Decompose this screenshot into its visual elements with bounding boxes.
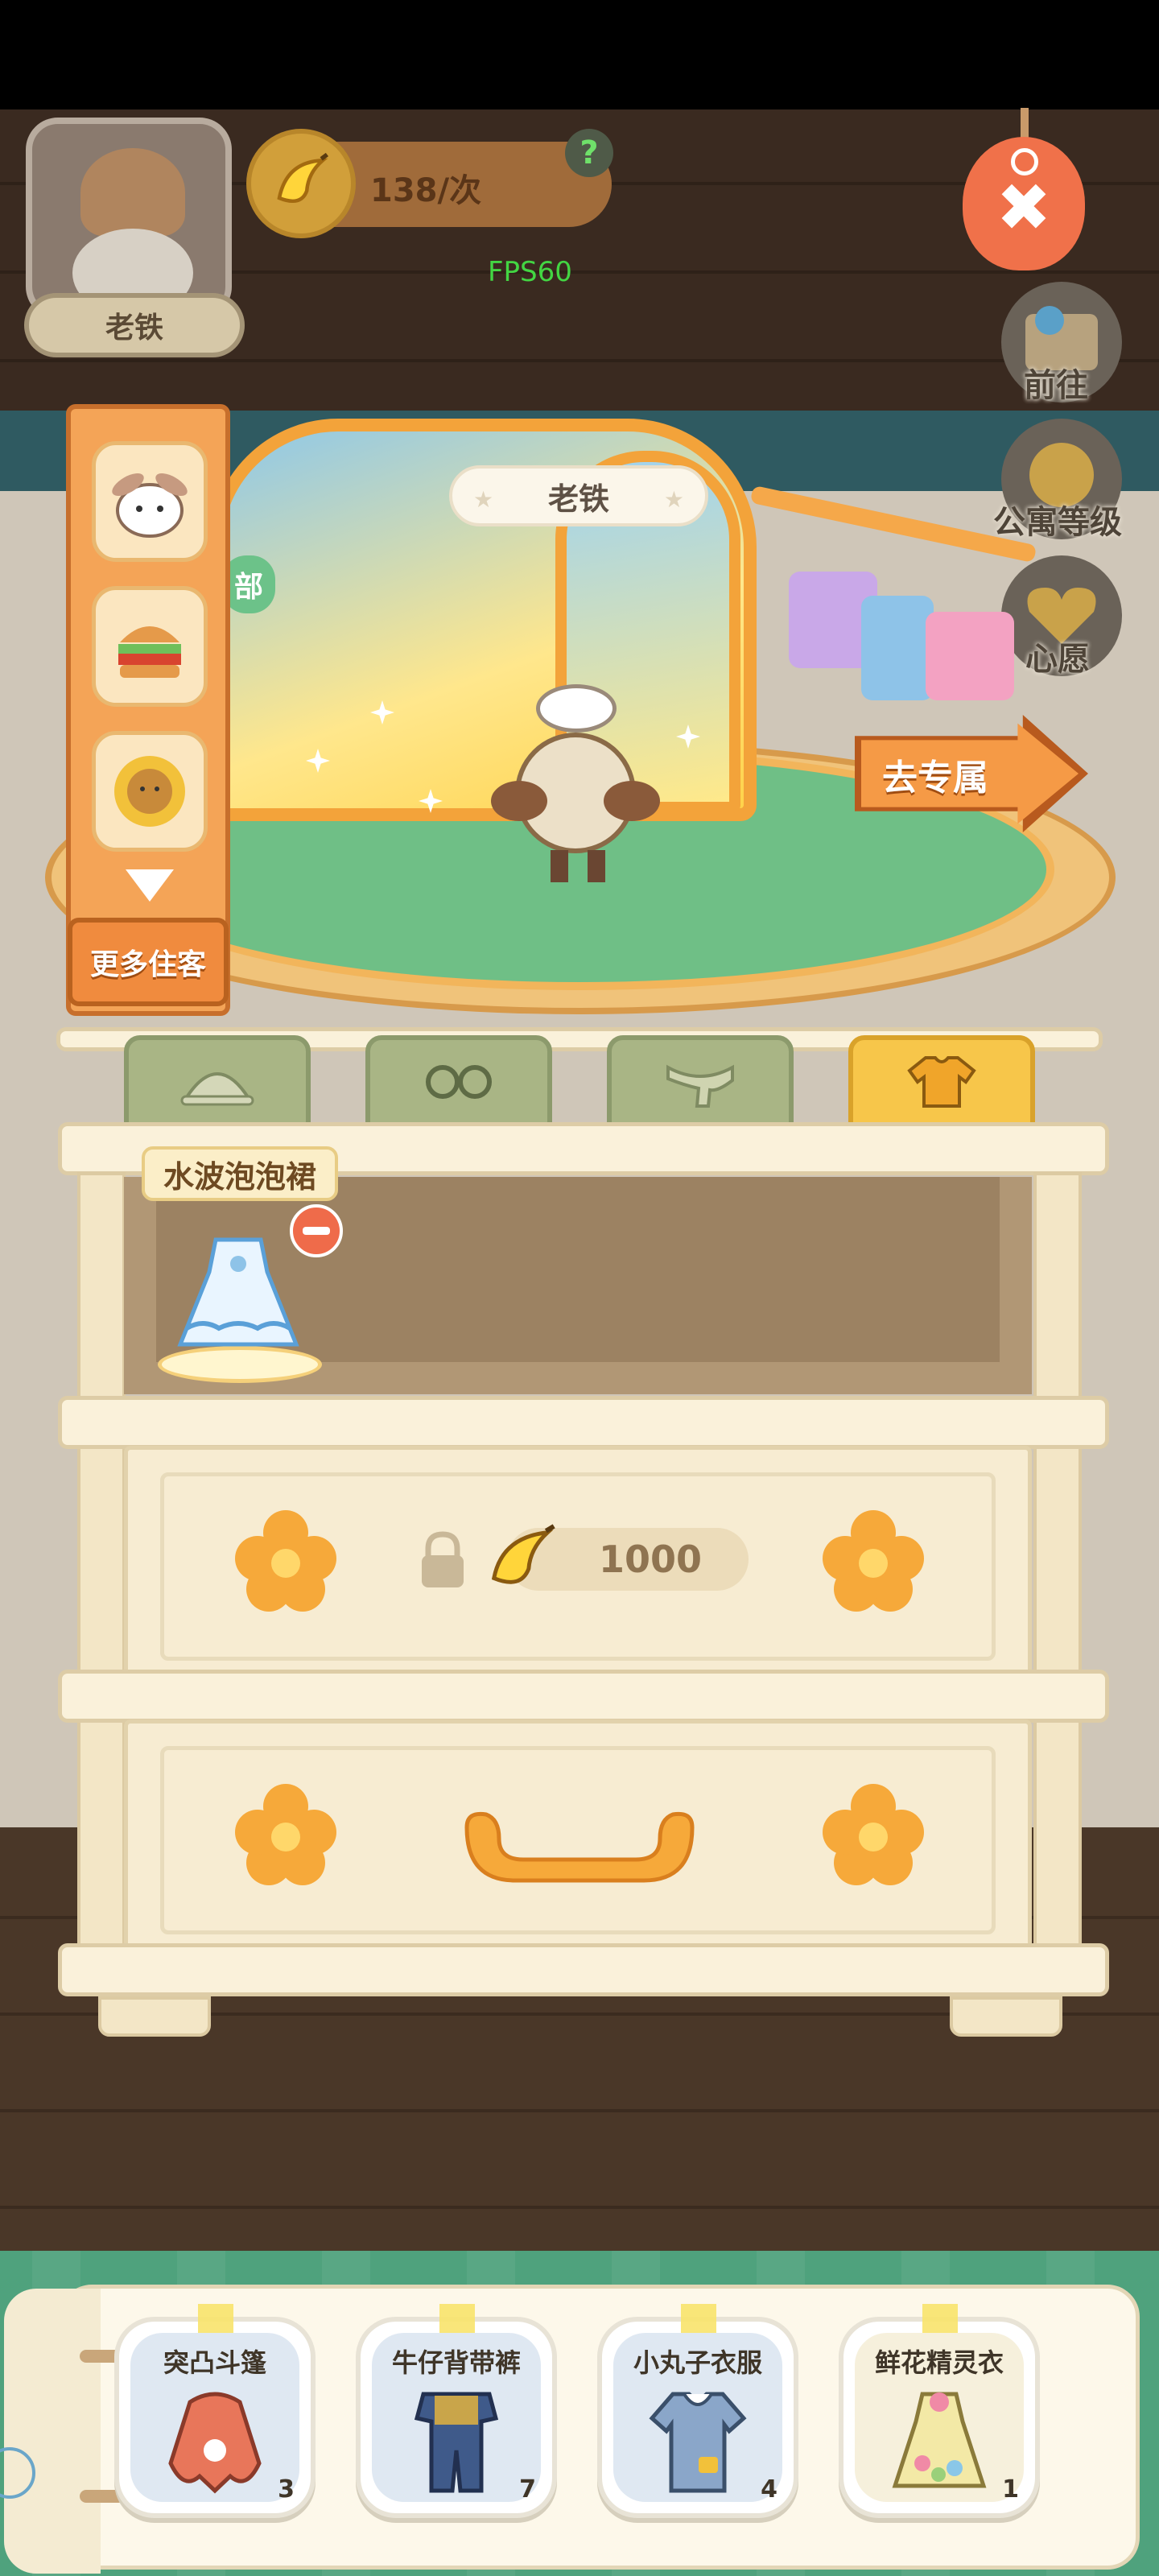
resident-avatar[interactable] — [26, 118, 232, 319]
lock-icon — [422, 1531, 464, 1587]
wardrobe-screen: 老铁 138/次 ? FPS60 ✖ 前往 公寓等级 心愿 ★ 老铁 ★ 部 去… — [0, 0, 1159, 2576]
equipped-item-name: 水波泡泡裙 — [142, 1146, 338, 1201]
star-icon: ★ — [473, 486, 494, 513]
flower-icon — [823, 1784, 924, 1885]
inventory-item[interactable]: 突凸斗篷 3 — [114, 2304, 316, 2518]
stage-name-plate: ★ 老铁 ★ — [449, 465, 708, 526]
flower-icon — [823, 1510, 924, 1612]
resident-item-burger[interactable] — [92, 586, 208, 707]
tab-hat[interactable] — [124, 1035, 311, 1127]
inventory-item[interactable]: 牛仔背带裤 7 — [356, 2304, 557, 2518]
item-count: 3 — [278, 2475, 295, 2504]
currency-rate: 138/次 — [370, 172, 482, 209]
scarf-icon — [666, 1064, 734, 1108]
hat-icon — [180, 1072, 254, 1106]
flower-icon — [235, 1510, 336, 1612]
banana-icon — [491, 1524, 555, 1584]
character-leg — [588, 850, 605, 882]
burger-icon — [118, 626, 181, 678]
sunflower-icon — [114, 756, 185, 827]
dress-icon — [177, 1237, 299, 1347]
minus-icon — [303, 1227, 330, 1235]
cabinet-foot — [98, 1996, 211, 2037]
more-residents-button[interactable]: 更多住客 — [68, 918, 229, 1006]
item-count: 7 — [519, 2475, 536, 2504]
character-wing — [604, 781, 660, 821]
resident-item-sunflower[interactable] — [92, 731, 208, 852]
tape — [198, 2304, 233, 2336]
tab-scarf[interactable] — [607, 1035, 794, 1127]
goto-exclusive-label: 去专属 — [882, 758, 988, 799]
cabinet-foot — [950, 1996, 1062, 2037]
tab-glasses[interactable] — [365, 1035, 552, 1127]
fps-counter: FPS60 — [488, 256, 572, 288]
drawer-handle-icon — [464, 1811, 695, 1883]
cabinet-post-right — [1033, 1172, 1082, 1993]
goto-label: 前往 — [1024, 367, 1088, 404]
shirt-icon — [907, 1056, 976, 1108]
item-name: 突凸斗篷 — [163, 2347, 266, 2378]
tray-binder — [4, 2289, 101, 2574]
stage-resident-name: 老铁 — [547, 481, 609, 517]
rabbit-icon — [112, 473, 188, 538]
remove-item-button[interactable] — [290, 1204, 343, 1257]
tape — [922, 2304, 958, 2336]
cabinet-post-left — [77, 1172, 126, 1993]
cabinet-shelf — [58, 1670, 1109, 1723]
character-hat — [536, 684, 617, 733]
close-icon: ✖ — [996, 169, 1052, 246]
goto-exclusive-button[interactable]: 去专属 — [855, 715, 1088, 832]
item-count: 4 — [761, 2475, 777, 2504]
cabinet-shelf — [58, 1396, 1109, 1449]
star-icon: ★ — [663, 486, 684, 513]
item-name: 小丸子衣服 — [633, 2347, 762, 2378]
flower-dress-icon — [892, 2392, 987, 2488]
character-leg — [551, 850, 568, 882]
cape-icon — [168, 2392, 262, 2494]
shirt-icon — [649, 2392, 747, 2493]
item-count: 1 — [1002, 2475, 1019, 2504]
item-name: 鲜花精灵衣 — [874, 2347, 1004, 2378]
inventory-item[interactable]: 鲜花精灵衣 1 — [839, 2304, 1040, 2518]
close-button[interactable]: ✖ — [963, 108, 1085, 283]
equipped-item-dress[interactable] — [167, 1232, 309, 1360]
resident-character[interactable] — [491, 684, 660, 894]
flower-icon — [235, 1784, 336, 1885]
overalls-icon — [414, 2392, 499, 2493]
avatar-hat — [80, 148, 185, 237]
resident-item-rabbit[interactable] — [92, 441, 208, 562]
item-name: 牛仔背带裤 — [391, 2347, 521, 2378]
avatar-name-label: 老铁 — [24, 293, 245, 357]
tape — [681, 2304, 716, 2336]
inventory-item[interactable]: 小丸子衣服 4 — [597, 2304, 798, 2518]
glasses-icon — [426, 1065, 492, 1099]
status-bar-area — [0, 0, 1159, 109]
cabinet-base — [58, 1943, 1109, 1996]
tape — [439, 2304, 475, 2336]
help-button[interactable]: ? — [565, 129, 613, 177]
tab-top[interactable] — [848, 1035, 1035, 1127]
character-wing — [491, 781, 547, 821]
banana-icon — [246, 129, 356, 238]
